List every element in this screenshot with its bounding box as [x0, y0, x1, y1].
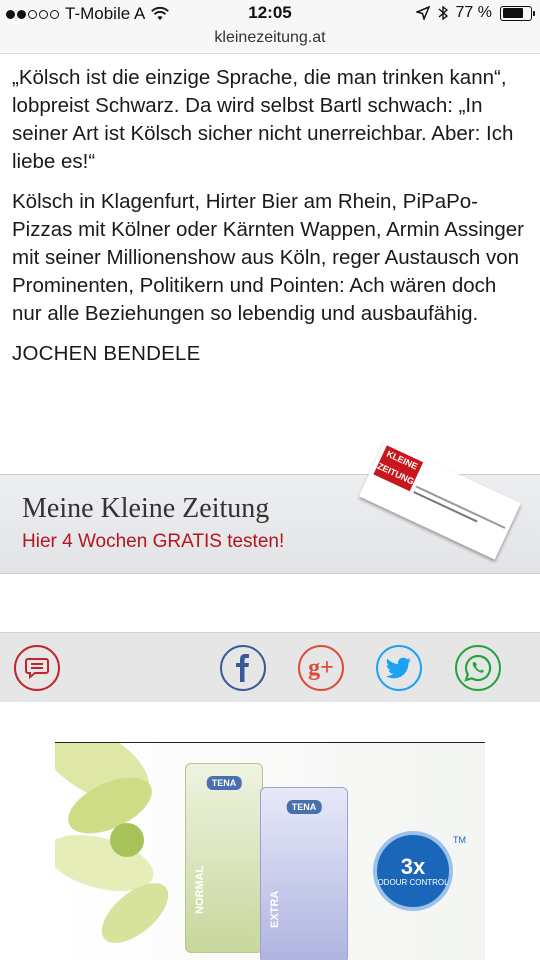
- brand-logo: TENA: [206, 776, 242, 790]
- badge-label: ODOUR CONTROL: [377, 877, 449, 887]
- battery-percent: 77 %: [455, 4, 492, 21]
- twitter-share-button[interactable]: [376, 645, 422, 691]
- promo-title: Meine Kleine Zeitung: [22, 493, 270, 524]
- product-label: NORMAL: [194, 865, 206, 914]
- product-label: EXTRA: [269, 890, 281, 928]
- newspaper-logo: KLEINE ZEITUNG: [373, 445, 424, 492]
- address-bar[interactable]: kleinezeitung.at: [0, 26, 540, 54]
- article-body: „Kölsch ist die einzige Sprache, die man…: [12, 64, 524, 380]
- odour-control-badge: 3x ODOUR CONTROL: [373, 831, 453, 911]
- trademark-symbol: TM: [453, 835, 466, 845]
- facebook-share-button[interactable]: [220, 645, 266, 691]
- promo-cta-link[interactable]: Hier 4 Wochen GRATIS testen!: [22, 531, 284, 553]
- google-plus-share-button[interactable]: g+: [298, 645, 344, 691]
- location-arrow-icon: [415, 6, 430, 20]
- article-paragraph: „Kölsch ist die einzige Sprache, die man…: [12, 66, 514, 173]
- product-pack-normal: TENA NORMAL: [185, 763, 263, 953]
- status-right: 77 %: [415, 4, 535, 22]
- bluetooth-icon: [438, 5, 448, 21]
- whatsapp-icon: [464, 654, 492, 682]
- flower-center-decoration: [110, 823, 144, 857]
- battery-fill: [502, 8, 524, 18]
- twitter-icon: [386, 657, 411, 679]
- facebook-icon: [236, 654, 249, 682]
- google-plus-icon: g+: [308, 654, 334, 681]
- article-author: JOCHEN BENDELE: [12, 342, 201, 365]
- badge-value: 3x: [400, 853, 426, 879]
- whatsapp-share-button[interactable]: [455, 645, 501, 691]
- advertisement-banner[interactable]: TENA NORMAL TENA EXTRA 3x ODOUR CONTROL …: [55, 742, 485, 960]
- article-paragraph: Kölsch in Klagenfurt, Hirter Bier am Rhe…: [12, 190, 524, 325]
- brand-logo: TENA: [286, 800, 322, 814]
- comments-button[interactable]: [14, 645, 60, 691]
- battery-icon: [500, 5, 535, 21]
- comments-icon: [25, 658, 49, 679]
- share-bar: g+: [0, 632, 540, 702]
- status-bar: T-Mobile A 12:05 77 %: [0, 0, 540, 26]
- product-pack-extra: TENA EXTRA: [260, 787, 348, 960]
